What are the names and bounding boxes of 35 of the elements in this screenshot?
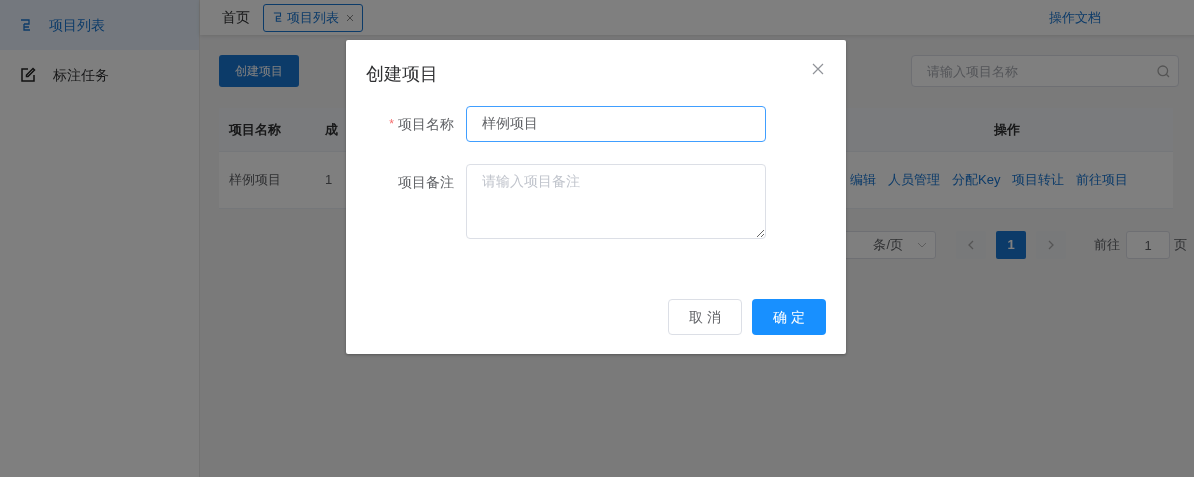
create-button[interactable]: 创建项目 <box>219 55 299 87</box>
textarea-field[interactable]: 请输入项目备注 <box>466 164 766 239</box>
action-link[interactable]: 前往项目 <box>1076 170 1129 190</box>
column-header: 操作 <box>993 121 1020 137</box>
chevron-down-icon <box>917 242 927 248</box>
tab[interactable]: 项目列表 <box>263 3 363 32</box>
action-link[interactable]: 编辑 <box>850 170 876 190</box>
page-button[interactable]: 1 <box>996 231 1026 259</box>
goto-label: 前往 <box>1094 236 1120 255</box>
edit-icon <box>20 67 36 83</box>
action-link[interactable]: 分配Key <box>952 170 1001 190</box>
action-link[interactable]: 项目转让 <box>1012 170 1065 190</box>
close-icon <box>812 63 824 75</box>
docs-link[interactable]: 操作文档 <box>1049 7 1101 28</box>
text-input[interactable]: 样例项目 <box>466 106 766 142</box>
chevron-right-icon <box>1048 240 1054 250</box>
close-icon <box>347 14 353 21</box>
confirm-button[interactable]: 确 定 <box>752 299 826 335</box>
page-input[interactable]: 1 <box>1126 231 1170 259</box>
column-header: 成 <box>325 121 338 137</box>
sidebar-item[interactable]: 项目列表 <box>0 0 199 50</box>
action-link[interactable]: 人员管理 <box>888 170 940 190</box>
close-button[interactable] <box>812 63 824 75</box>
field-label: 项目名称 <box>398 114 454 134</box>
column-header: 项目名称 <box>229 121 281 137</box>
cancel-button[interactable]: 取 消 <box>668 299 742 335</box>
table-cell: 1 <box>325 172 333 188</box>
table-cell: 样例项目 <box>229 172 281 188</box>
required-mark: * <box>389 116 394 133</box>
page-suffix: 页 <box>1174 236 1187 255</box>
field-label: 项目备注 <box>398 172 454 192</box>
breadcrumb[interactable]: 首页 <box>222 7 250 28</box>
dialog-title: 创建项目 <box>366 63 438 86</box>
chevron-left-icon <box>968 240 974 250</box>
search-icon <box>1157 65 1170 78</box>
